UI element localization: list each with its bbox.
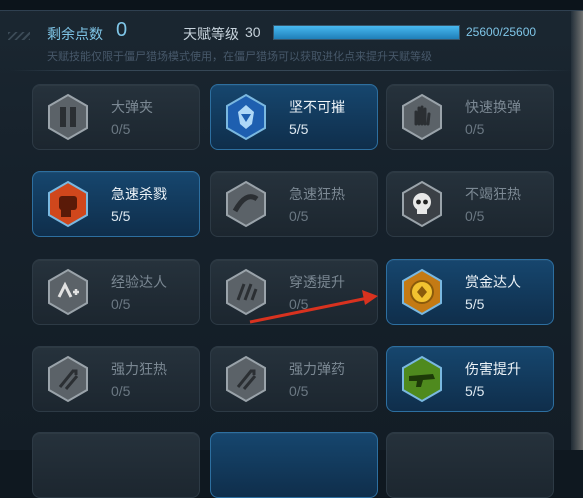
power-fever-icon — [43, 354, 93, 404]
skull-icon — [397, 179, 447, 229]
shield-icon — [221, 92, 271, 142]
talent-level: 5/5 — [289, 121, 309, 137]
talent-name: 不竭狂热 — [465, 186, 521, 202]
talent-name: 强力狂热 — [111, 361, 167, 377]
talent-card[interactable]: 急速杀戮 5/5 — [32, 171, 200, 237]
talent-name: 坚不可摧 — [289, 99, 345, 115]
coin-icon — [397, 267, 447, 317]
talent-name: 赏金达人 — [465, 274, 521, 290]
exp-plus-icon — [43, 267, 93, 317]
gun-icon — [397, 354, 447, 404]
talent-card[interactable]: 快速换弹 0/5 — [386, 84, 554, 150]
pierce-icon — [221, 267, 271, 317]
talent-card[interactable]: 赏金达人 5/5 — [386, 259, 554, 325]
talent-name: 大弹夹 — [111, 99, 153, 115]
talent-card[interactable]: 大弹夹 0/5 — [32, 84, 200, 150]
talent-card[interactable]: 坚不可摧 5/5 — [210, 84, 378, 150]
talent-name: 伤害提升 — [465, 361, 521, 377]
talent-card-partial[interactable] — [32, 432, 200, 498]
talent-card[interactable]: 强力弹药 0/5 — [210, 346, 378, 412]
talent-card[interactable]: 经验达人 0/5 — [32, 259, 200, 325]
talent-level: 0/5 — [465, 121, 485, 137]
talent-name: 强力弹药 — [289, 361, 345, 377]
talent-card[interactable]: 伤害提升 5/5 — [386, 346, 554, 412]
talent-card[interactable]: 不竭狂热 0/5 — [386, 171, 554, 237]
power-ammo-icon — [221, 354, 271, 404]
talent-name: 经验达人 — [111, 274, 167, 290]
talent-level: 0/5 — [111, 383, 131, 399]
talent-level: 0/5 — [289, 383, 309, 399]
talent-level: 0/5 — [111, 296, 131, 312]
talent-level: 5/5 — [465, 296, 485, 312]
talent-level: 5/5 — [111, 208, 131, 224]
talent-name: 急速狂热 — [289, 186, 345, 202]
talent-card[interactable]: 急速狂热 0/5 — [210, 171, 378, 237]
talent-name: 急速杀戮 — [111, 186, 167, 202]
talent-card[interactable]: 穿透提升 0/5 — [210, 259, 378, 325]
talent-level: 5/5 — [465, 383, 485, 399]
talent-name: 快速换弹 — [465, 99, 521, 115]
talent-level: 0/5 — [289, 296, 309, 312]
talent-name: 穿透提升 — [289, 274, 345, 290]
talent-level: 0/5 — [111, 121, 131, 137]
hand-icon — [397, 92, 447, 142]
talent-level: 0/5 — [465, 208, 485, 224]
magazine-icon — [43, 92, 93, 142]
ammo-belt-icon — [221, 179, 271, 229]
talent-card-partial[interactable] — [210, 432, 378, 498]
talent-grid: 大弹夹 0/5 坚不可摧 5/5 快速换弹 0/5 急速杀戮 5/5 急速狂热 0/5 不… — [0, 0, 583, 498]
talent-card-partial[interactable] — [386, 432, 554, 498]
talent-level: 0/5 — [289, 208, 309, 224]
talent-card[interactable]: 强力狂热 0/5 — [32, 346, 200, 412]
fist-icon — [43, 179, 93, 229]
